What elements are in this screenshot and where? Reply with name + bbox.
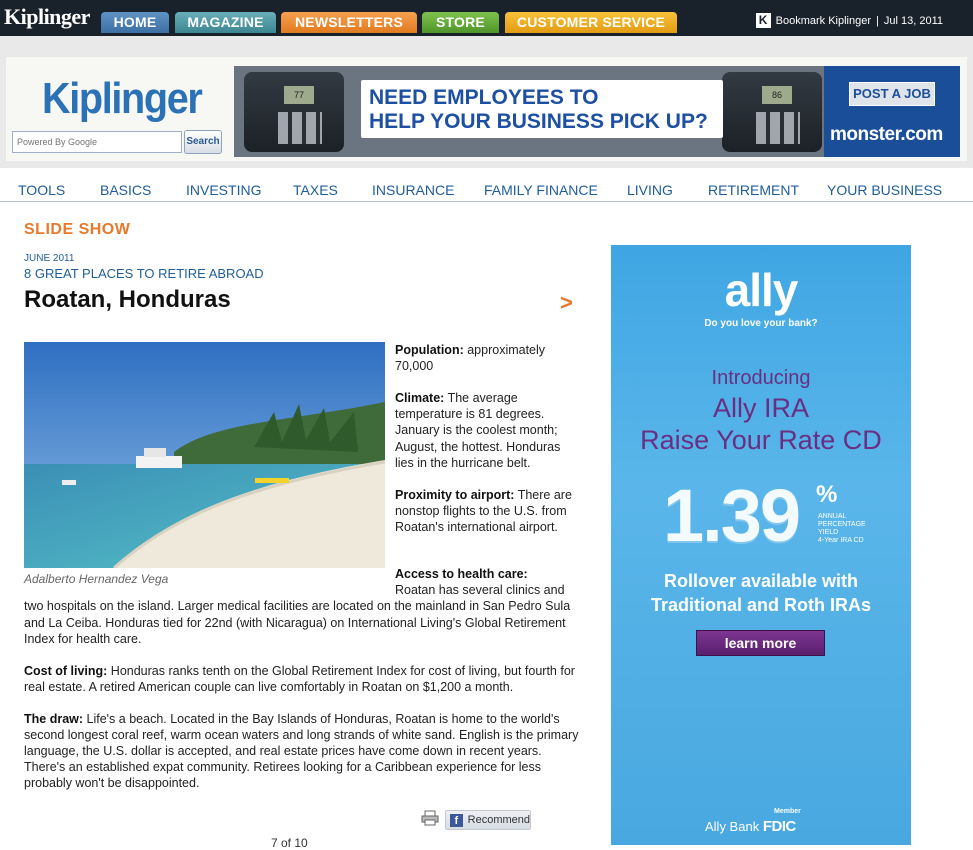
nav-taxes[interactable]: TAXES: [293, 182, 338, 198]
ally-apy-note: ANNUAL PERCENTAGE YIELD 4-Year IRA CD: [818, 513, 866, 545]
fact-label: Climate:: [395, 391, 445, 405]
top-bar: Kiplinger HOME MAGAZINE NEWSLETTERS STOR…: [0, 0, 973, 36]
fact-text: Life's a beach. Located in the Bay Islan…: [24, 711, 579, 791]
ally-headline-1: Ally IRA: [712, 393, 810, 423]
ally-percent: %: [816, 481, 838, 508]
tab-magazine[interactable]: MAGAZINE: [175, 12, 276, 33]
nav-family-finance[interactable]: FAMILY FINANCE: [484, 182, 598, 198]
phone-display: 77: [284, 86, 314, 104]
top-logo[interactable]: Kiplinger: [4, 4, 90, 30]
main-nav: TOOLS BASICS INVESTING TAXES INSURANCE F…: [0, 176, 973, 202]
fact-text: Roatan has several clinics and two hospi…: [24, 583, 571, 646]
post-a-job-button[interactable]: POST A JOB: [849, 82, 935, 106]
tab-newsletters[interactable]: NEWSLETTERS: [281, 12, 417, 33]
rollover-line: Traditional and Roth IRAs: [650, 595, 871, 615]
phone-keypad: [756, 112, 800, 144]
airport-fact: Proximity to airport: There are nonstop …: [395, 487, 580, 536]
tab-store[interactable]: STORE: [422, 12, 499, 33]
ally-bank-name: Ally Bank: [705, 819, 760, 834]
ally-rate: 1.39: [663, 474, 801, 557]
ally-rollover-text: Rollover available with Traditional and …: [611, 569, 911, 617]
draw-fact: The draw: Life's a beach. Located in the…: [24, 711, 580, 792]
ally-side-ad[interactable]: ally Do you love your bank? Introducing …: [611, 245, 911, 845]
nav-tools[interactable]: TOOLS: [18, 182, 65, 198]
kiplinger-logo[interactable]: Kiplinger: [42, 74, 203, 124]
bookmark-link[interactable]: Bookmark Kiplinger: [776, 15, 871, 27]
print-icon[interactable]: [421, 810, 439, 826]
series-title[interactable]: 8 GREAT PLACES TO RETIRE ABROAD: [24, 266, 264, 281]
rollover-line: Rollover available with: [663, 571, 859, 591]
ally-headline-2: Raise Your Rate CD: [640, 425, 882, 455]
nav-retirement[interactable]: RETIREMENT: [708, 182, 799, 198]
monster-logo: monster.com: [830, 124, 943, 145]
phone-image: 86: [722, 72, 822, 152]
apy-line: ANNUAL: [818, 513, 847, 520]
population-fact: Population: approximately 70,000: [395, 342, 580, 374]
fact-label: Population:: [395, 343, 464, 357]
learn-more-button[interactable]: learn more: [696, 630, 825, 656]
ally-intro: Introducing: [711, 367, 811, 389]
apy-line: PERCENTAGE: [818, 521, 866, 528]
banner-headline-line2: HELP YOUR BUSINESS PICK UP?: [369, 110, 708, 133]
fact-label: Cost of living:: [24, 663, 108, 678]
phone-display: 86: [762, 86, 792, 104]
nav-investing[interactable]: INVESTING: [186, 182, 261, 198]
current-date: Jul 13, 2011: [883, 14, 943, 27]
nav-insurance[interactable]: INSURANCE: [372, 182, 454, 198]
fact-label: Access to health care:: [395, 567, 528, 581]
section-label: SLIDE SHOW: [24, 221, 131, 238]
fact-text: Honduras ranks tenth on the Global Retir…: [24, 663, 575, 694]
health-fact: Access to health care: Roatan has several…: [24, 566, 580, 647]
climate-fact: Climate: The average temperature is 81 d…: [395, 390, 580, 471]
fact-label: Proximity to airport:: [395, 487, 515, 502]
separator: |: [876, 14, 879, 27]
kiplinger-k-icon: K: [755, 13, 771, 28]
search-input[interactable]: [12, 131, 182, 153]
tab-customer-service[interactable]: CUSTOMER SERVICE: [505, 12, 677, 33]
ally-tagline: Do you love your bank?: [704, 318, 818, 329]
ally-logo: ally: [724, 264, 799, 316]
next-slide-arrow[interactable]: >: [560, 290, 573, 316]
nav-living[interactable]: LIVING: [627, 182, 673, 198]
cost-fact: Cost of living: Honduras ranks tenth on …: [24, 663, 580, 695]
facebook-icon: f: [450, 813, 463, 827]
ally-bank-footer: Ally Bank FDIC: [705, 818, 796, 835]
beach-photo: [24, 342, 385, 568]
monster-panel: POST A JOB monster.com: [824, 66, 960, 157]
article-body: Access to health care: Roatan has several…: [24, 566, 580, 807]
tab-home[interactable]: HOME: [101, 12, 169, 33]
page-title: Roatan, Honduras: [24, 286, 231, 313]
banner-headline-line1: NEED EMPLOYEES TO: [369, 86, 599, 109]
apy-line: YIELD: [818, 529, 839, 536]
search-button[interactable]: Search: [184, 130, 222, 154]
fdic-member-label: Member: [774, 808, 801, 815]
banner-headline: NEED EMPLOYEES TO HELP YOUR BUSINESS PIC…: [361, 80, 723, 138]
fact-label: The draw:: [24, 711, 84, 726]
monster-banner-ad[interactable]: 77 86 NEED EMPLOYEES TO HELP YOUR BUSINE…: [234, 66, 960, 157]
phone-keypad: [278, 112, 322, 144]
slide-counter: 7 of 10: [271, 836, 308, 850]
bookmark-area: K Bookmark Kiplinger | Jul 13, 2011: [755, 13, 943, 28]
apy-line: 4-Year IRA CD: [818, 537, 864, 544]
article-date: JUNE 2011: [24, 253, 75, 264]
facebook-recommend-button[interactable]: f Recommend: [445, 810, 531, 830]
recommend-label: Recommend: [467, 814, 530, 826]
nav-basics[interactable]: BASICS: [100, 182, 151, 198]
nav-your-business[interactable]: YOUR BUSINESS: [827, 182, 942, 198]
side-facts: Population: approximately 70,000 Climate…: [395, 342, 580, 551]
phone-image: 77: [244, 72, 344, 152]
fdic-logo: FDIC: [762, 818, 797, 835]
